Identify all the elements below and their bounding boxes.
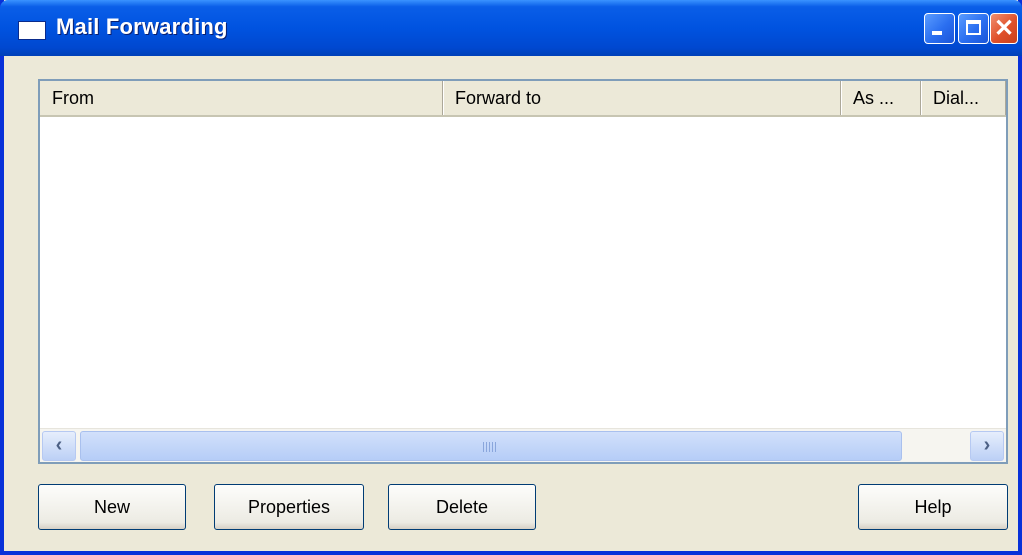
maximize-button[interactable] [958,13,989,44]
scroll-thumb[interactable] [80,431,902,461]
scroll-right-button[interactable]: › [970,431,1004,461]
window-icon [18,21,46,40]
close-icon: ✕ [993,15,1015,42]
properties-button[interactable]: Properties [214,484,364,530]
title-bar[interactable]: Mail Forwarding ✕ [0,0,1022,56]
column-header-as[interactable]: As ... [841,81,921,115]
chevron-left-icon: ‹ [55,434,63,456]
forwarding-list[interactable]: From Forward to As ... Dial... ‹ › [38,79,1008,464]
new-button[interactable]: New [38,484,186,530]
column-header-dial[interactable]: Dial... [921,81,1006,115]
window-title: Mail Forwarding [56,14,228,39]
horizontal-scrollbar[interactable]: ‹ › [40,428,1006,462]
maximize-icon [966,20,981,35]
minimize-icon [932,31,942,35]
grip-icon [483,442,497,452]
column-header-forward-to[interactable]: Forward to [443,81,841,115]
column-header-from[interactable]: From [40,81,443,115]
close-button[interactable]: ✕ [990,13,1018,44]
help-button[interactable]: Help [858,484,1008,530]
scroll-left-button[interactable]: ‹ [42,431,76,461]
delete-button[interactable]: Delete [388,484,536,530]
chevron-right-icon: › [983,434,991,456]
list-header: From Forward to As ... Dial... [40,81,1006,117]
mail-forwarding-window: Mail Forwarding ✕ From Forward to As ...… [0,0,1022,555]
minimize-button[interactable] [924,13,955,44]
